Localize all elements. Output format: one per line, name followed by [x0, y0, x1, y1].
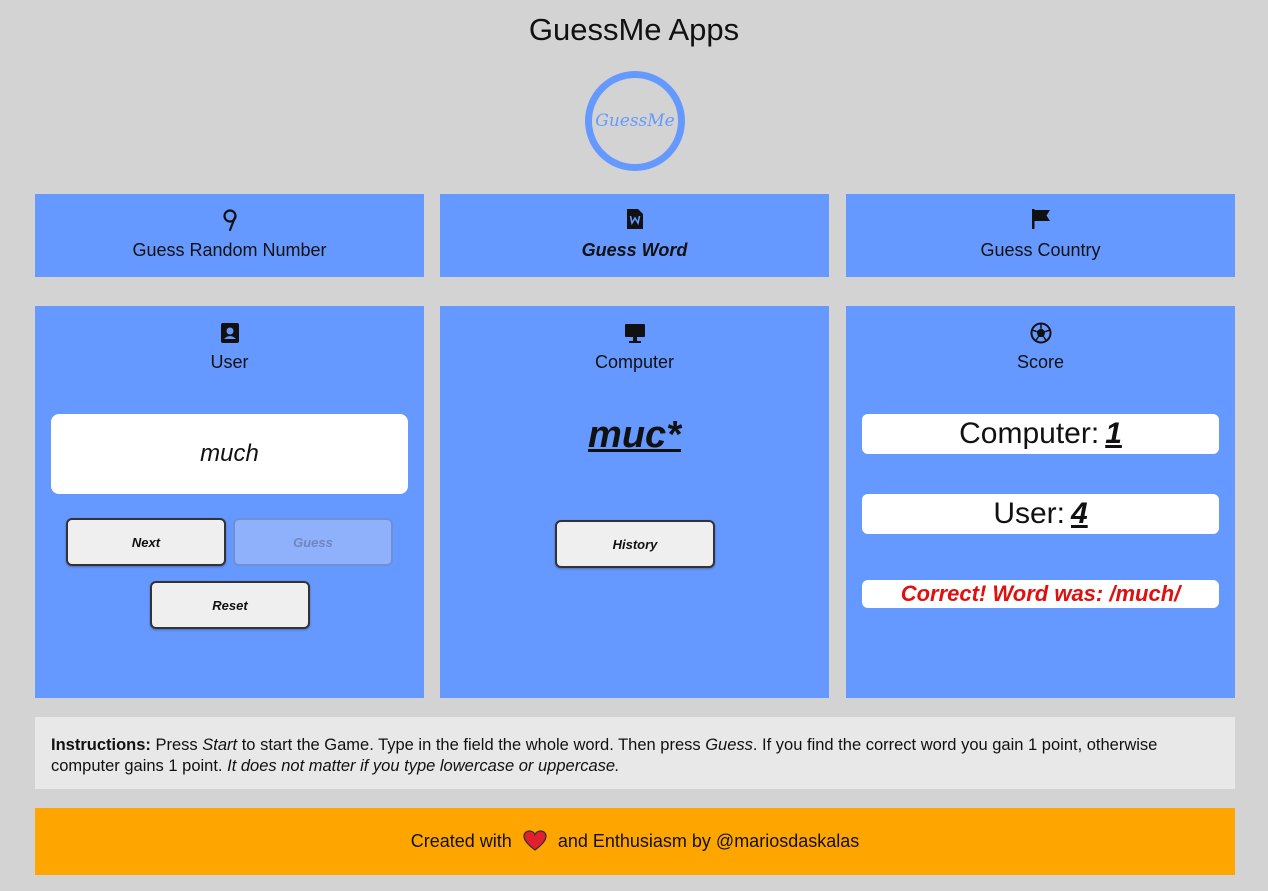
- user-score-box: User: 4: [862, 494, 1219, 534]
- result-message: Correct! Word was: /much/: [862, 580, 1219, 608]
- user-header: User: [210, 352, 249, 372]
- computer-panel: Computer muc* History: [440, 306, 829, 698]
- flag-icon: [1031, 209, 1050, 229]
- instructions-note: It does not matter if you type lowercase…: [227, 757, 620, 775]
- word-input[interactable]: [51, 414, 408, 494]
- number-nine-icon: [222, 209, 237, 232]
- nav-guess-country[interactable]: Guess Country: [846, 194, 1235, 277]
- nav-label: Guess Country: [980, 240, 1101, 260]
- monitor-icon: [624, 324, 645, 343]
- instructions-start: Start: [202, 736, 238, 754]
- next-button[interactable]: Next: [66, 518, 226, 566]
- heart-icon: [523, 830, 547, 851]
- instructions: Instructions: Press Start to start the G…: [35, 717, 1235, 789]
- computer-score-box: Computer: 1: [862, 414, 1219, 454]
- user-score-label: User:: [993, 497, 1065, 530]
- computer-score-value: 1: [1105, 417, 1122, 450]
- instructions-text: to start the Game. Type in the field the…: [237, 736, 706, 754]
- nav-guess-number[interactable]: Guess Random Number: [35, 194, 424, 277]
- instructions-label: Instructions:: [51, 736, 151, 754]
- computer-score-label: Computer:: [959, 417, 1100, 450]
- guess-button[interactable]: Guess: [233, 518, 393, 566]
- app-logo: GuessMe: [585, 71, 685, 171]
- nav-guess-word[interactable]: Guess Word: [440, 194, 829, 277]
- page-title: GuessMe Apps: [528, 12, 740, 47]
- score-panel: Score Computer: 1 User: 4 Correct! Word wa…: [846, 306, 1235, 698]
- footer-prefix: Created with: [410, 831, 512, 851]
- instructions-text: Press: [150, 736, 203, 754]
- user-score-value: 4: [1071, 497, 1088, 530]
- football-icon: [1030, 322, 1051, 344]
- word-file-icon: [626, 209, 643, 229]
- nav-label: Guess Word: [581, 240, 688, 260]
- score-header: Score: [1016, 352, 1065, 372]
- footer-suffix: and Enthusiasm by @mariosdaskalas: [557, 831, 860, 851]
- hidden-word: muc*: [588, 414, 681, 456]
- user-panel: User Next Guess Reset: [35, 306, 424, 698]
- computer-header: Computer: [594, 352, 675, 372]
- nav-label: Guess Random Number: [132, 240, 327, 260]
- instructions-guess: Guess: [705, 736, 753, 754]
- footer: Created with and Enthusiasm by @mariosda…: [35, 808, 1235, 875]
- reset-button[interactable]: Reset: [150, 581, 310, 629]
- logo-text: GuessMe: [595, 111, 675, 131]
- history-button[interactable]: History: [555, 520, 715, 568]
- user-card-icon: [220, 323, 239, 343]
